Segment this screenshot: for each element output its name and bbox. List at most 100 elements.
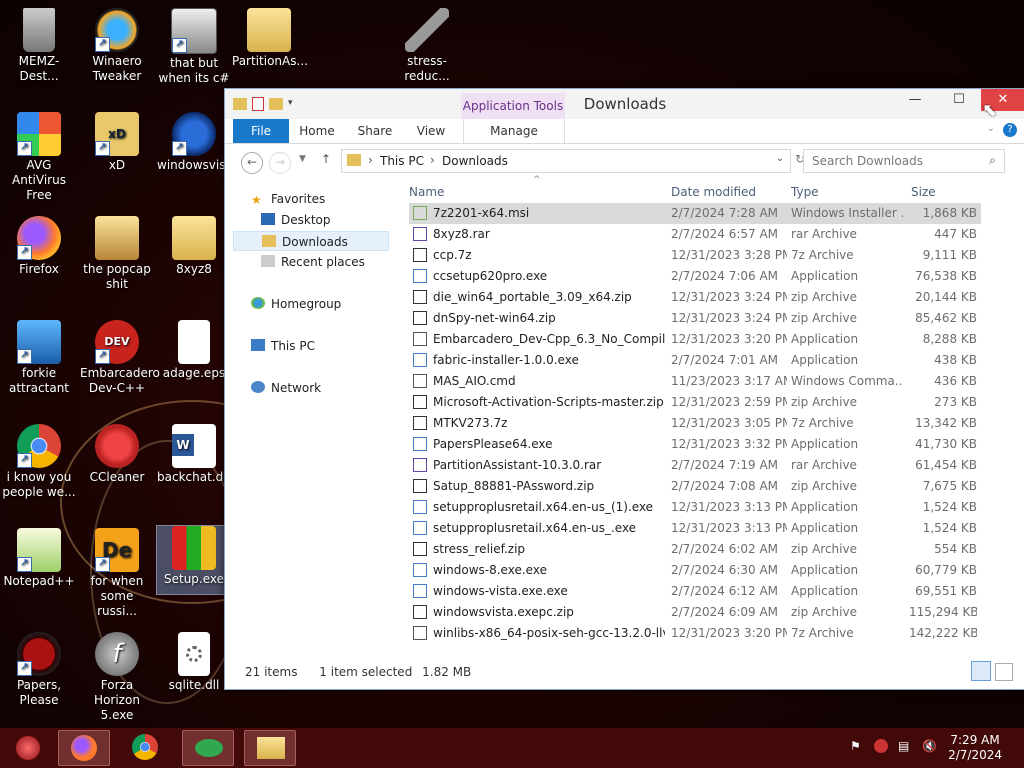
nav-favorites[interactable]: ★ Favorites xyxy=(251,189,325,209)
desktop-icon-papers-please[interactable]: ↗ Papers, Please xyxy=(2,632,76,708)
desktop-icon-setup[interactable]: Setup.exe xyxy=(156,525,232,595)
volume-muted-icon[interactable]: 🔇 xyxy=(922,739,937,753)
desktop-icon-windowsvista[interactable]: ↗ windowsvista xyxy=(157,112,238,173)
table-row[interactable]: setupproplusretail.x64.en-us_.exe 12/31/2… xyxy=(409,518,981,539)
security-icon[interactable] xyxy=(874,739,888,753)
file-exe-icon xyxy=(413,353,427,367)
back-button[interactable]: ← xyxy=(241,152,263,174)
table-row[interactable]: ccp.7z 12/31/2023 3:28 PM 7z Archive 9,111 … xyxy=(409,245,981,266)
file-name: fabric-installer-1.0.0.exe xyxy=(433,353,579,367)
table-row[interactable]: winlibs-x86_64-posix-seh-gcc-13.2.0-llv.… xyxy=(409,623,981,644)
desktop-icon-forkie[interactable]: ↗ forkie attractant xyxy=(2,320,76,396)
table-row[interactable]: Microsoft-Activation-Scripts-master.zip 1… xyxy=(409,392,981,413)
desktop-icon-notepadpp[interactable]: ↗ Notepad++ xyxy=(2,528,76,589)
desktop-icon-that-but-when[interactable]: ↗ that but when its c# xyxy=(157,8,231,86)
large-icons-view-icon[interactable] xyxy=(995,663,1013,681)
up-icon[interactable]: ↑ xyxy=(321,152,331,166)
table-row[interactable]: windowsvista.exepc.zip 2/7/2024 6:09 AM zi… xyxy=(409,602,981,623)
desktop-icon-ccleaner[interactable]: CCleaner xyxy=(80,424,154,485)
tab-view[interactable]: View xyxy=(411,119,451,143)
taskbar-chat-app[interactable] xyxy=(182,730,234,766)
file-date: 2/7/2024 6:30 AM xyxy=(671,563,779,577)
desktop-icon-forza[interactable]: f Forza Horizon 5.exe xyxy=(80,632,154,723)
desktop-icon-popcap[interactable]: the popcap shit xyxy=(80,216,154,292)
table-row[interactable]: setupproplusretail.x64.en-us_(1).exe 12/3… xyxy=(409,497,981,518)
table-row[interactable]: ccsetup620pro.exe 2/7/2024 7:06 AM Applica… xyxy=(409,266,981,287)
table-row[interactable]: PartitionAssistant-10.3.0.rar 2/7/2024 7:… xyxy=(409,455,981,476)
desktop-icon-partitionas[interactable]: PartitionAs... xyxy=(232,8,308,69)
title-bar[interactable]: ▾ Application Tools Downloads — ☐ ✕ xyxy=(225,89,1024,119)
details-view-icon[interactable] xyxy=(971,661,991,681)
nav-recent-places[interactable]: Recent places xyxy=(261,252,365,272)
desktop-icon-firefox[interactable]: ↗ Firefox xyxy=(2,216,76,277)
table-row[interactable]: stress_relief.zip 2/7/2024 6:02 AM zip Arc… xyxy=(409,539,981,560)
desktop-icon-winaero[interactable]: ↗ Winaero Tweaker xyxy=(80,8,154,84)
nav-network[interactable]: Network xyxy=(251,378,321,398)
recent-locations-icon[interactable]: ▼ xyxy=(299,154,306,164)
desktop-icon-chrome[interactable]: ↗ i know you people we... xyxy=(2,424,76,500)
table-row[interactable]: Satup_88881-PAssword.zip 2/7/2024 7:08 AM… xyxy=(409,476,981,497)
column-size[interactable]: Size xyxy=(911,185,936,199)
tab-manage[interactable]: Manage xyxy=(463,119,565,143)
file-size: 20,144 KB xyxy=(915,290,977,304)
table-row[interactable]: dnSpy-net-win64.zip 12/31/2023 3:24 PM zip… xyxy=(409,308,981,329)
desktop-icon-avg[interactable]: ↗ AVG AntiVirus Free xyxy=(2,112,76,203)
taskbar-chrome[interactable] xyxy=(120,730,172,766)
table-row[interactable]: windows-vista.exe.exe 2/7/2024 6:12 AM App… xyxy=(409,581,981,602)
column-date[interactable]: Date modified xyxy=(671,185,756,199)
breadcrumb-this-pc[interactable]: This PC xyxy=(380,154,424,168)
system-clock[interactable]: 7:29 AM 2/7/2024 xyxy=(948,733,1002,763)
table-row[interactable]: PapersPlease64.exe 12/31/2023 3:32 PM Appl… xyxy=(409,434,981,455)
breadcrumb-downloads[interactable]: Downloads xyxy=(442,154,508,168)
expand-ribbon-icon[interactable]: ⌄ xyxy=(987,123,995,134)
desktop-icon-adage[interactable]: adage.eps xyxy=(157,320,231,381)
desktop-icon-8xyz8[interactable]: 8xyz8 xyxy=(157,216,231,277)
tab-share[interactable]: Share xyxy=(351,119,399,143)
nav-homegroup[interactable]: Homegroup xyxy=(251,294,341,314)
address-bar[interactable]: › This PC › Downloads ⌄ xyxy=(341,149,791,173)
tab-home[interactable]: Home xyxy=(295,119,339,143)
desktop-icon-russi[interactable]: De ↗ for when some russi... xyxy=(80,528,154,619)
minimize-button[interactable]: — xyxy=(893,89,937,111)
maximize-button[interactable]: ☐ xyxy=(937,89,981,111)
search-input[interactable]: Search Downloads ⌕ xyxy=(803,149,1005,173)
tab-file[interactable]: File xyxy=(233,119,289,143)
nav-downloads[interactable]: Downloads xyxy=(233,231,389,251)
avg-icon: ↗ xyxy=(17,112,61,156)
desktop-icon-memz[interactable]: MEMZ-Dest... xyxy=(2,8,76,84)
nav-this-pc[interactable]: This PC xyxy=(251,336,315,356)
devcpp-icon: DEV ↗ xyxy=(95,320,139,364)
flag-icon[interactable]: ⚑ xyxy=(850,739,861,753)
nav-desktop[interactable]: Desktop xyxy=(261,210,331,230)
shortcut-arrow-icon: ↗ xyxy=(95,349,110,364)
file-size: 1,524 KB xyxy=(922,521,977,535)
table-row[interactable]: MAS_AIO.cmd 11/23/2023 3:17 AM Windows Com… xyxy=(409,371,981,392)
table-row[interactable]: MTKV273.7z 12/31/2023 3:05 PM 7z Archive 13… xyxy=(409,413,981,434)
search-placeholder: Search Downloads xyxy=(812,154,923,168)
table-row[interactable]: Embarcadero_Dev-Cpp_6.3_No_Compiler... 12… xyxy=(409,329,981,350)
desktop-icon-sqlite[interactable]: sqlite.dll xyxy=(157,632,231,693)
forward-button[interactable]: → xyxy=(269,152,291,174)
table-row[interactable]: 8xyz8.rar 2/7/2024 6:57 AM rar Archive 447 … xyxy=(409,224,981,245)
column-name[interactable]: Name xyxy=(409,185,444,199)
file-size: 438 KB xyxy=(934,353,977,367)
recycle-bin-icon xyxy=(23,8,55,52)
taskbar-firefox[interactable] xyxy=(58,730,110,766)
desktop-icon-xd[interactable]: xD ↗ xD xyxy=(80,112,154,173)
table-row[interactable]: fabric-installer-1.0.0.exe 2/7/2024 7:01 … xyxy=(409,350,981,371)
desktop-icon-devcpp[interactable]: DEV ↗ Embarcadero Dev-C++ xyxy=(80,320,160,396)
start-orb-icon[interactable] xyxy=(4,730,56,766)
column-type[interactable]: Type xyxy=(791,185,819,199)
desktop-icon-backchat[interactable]: W backchat.d... xyxy=(157,424,235,485)
desktop-icon-stress-reduc[interactable]: stress-reduc... xyxy=(390,8,464,84)
network-icon[interactable]: ▤ xyxy=(898,739,909,753)
table-row[interactable]: 7z2201-x64.msi 2/7/2024 7:28 AM Windows In… xyxy=(409,203,981,224)
address-dropdown-icon[interactable]: ⌄ xyxy=(776,153,784,164)
file-size: 41,730 KB xyxy=(915,437,977,451)
table-row[interactable]: die_win64_portable_3.09_x64.zip 12/31/202… xyxy=(409,287,981,308)
table-row[interactable]: windows-8.exe.exe 2/7/2024 6:30 AM Applica… xyxy=(409,560,981,581)
de-icon: De ↗ xyxy=(95,528,139,572)
explorer-window[interactable]: ▾ Application Tools Downloads — ☐ ✕ File… xyxy=(224,88,1024,690)
help-icon[interactable]: ? xyxy=(1003,123,1017,137)
taskbar-file-explorer[interactable] xyxy=(244,730,296,766)
